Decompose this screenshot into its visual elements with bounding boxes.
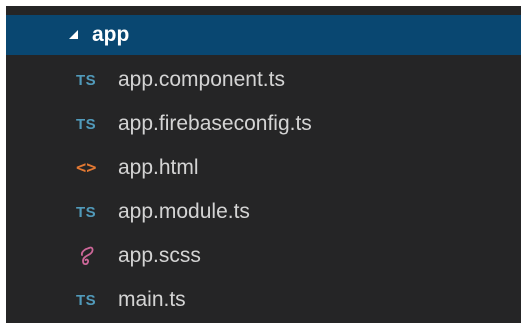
sass-icon [76,236,110,276]
file-row-app-firebaseconfig-ts[interactable]: TS app.firebaseconfig.ts [6,104,521,144]
file-row-app-module-ts[interactable]: TS app.module.ts [6,192,521,232]
folder-label: app [92,23,130,46]
folder-row-app[interactable]: app [6,15,521,55]
file-label: main.ts [118,288,186,311]
typescript-icon: TS [76,291,97,309]
file-label: app.component.ts [118,68,285,91]
typescript-icon: TS [76,71,97,89]
file-row-app-scss[interactable]: app.scss [6,236,521,276]
file-row-app-html[interactable]: <> app.html [6,148,521,188]
chevron-expanded-icon[interactable] [66,27,80,41]
file-label: app.firebaseconfig.ts [118,112,312,135]
file-row-main-ts[interactable]: TS main.ts [6,280,521,320]
file-label: app.html [118,156,199,179]
file-row-app-component-ts[interactable]: TS app.component.ts [6,60,521,100]
file-label: app.module.ts [118,200,250,223]
file-explorer: app TS app.component.ts TS app.firebasec… [6,6,521,323]
html-icon: <> [76,158,97,178]
typescript-icon: TS [76,115,97,133]
typescript-icon: TS [76,203,97,221]
file-label: app.scss [118,244,201,267]
